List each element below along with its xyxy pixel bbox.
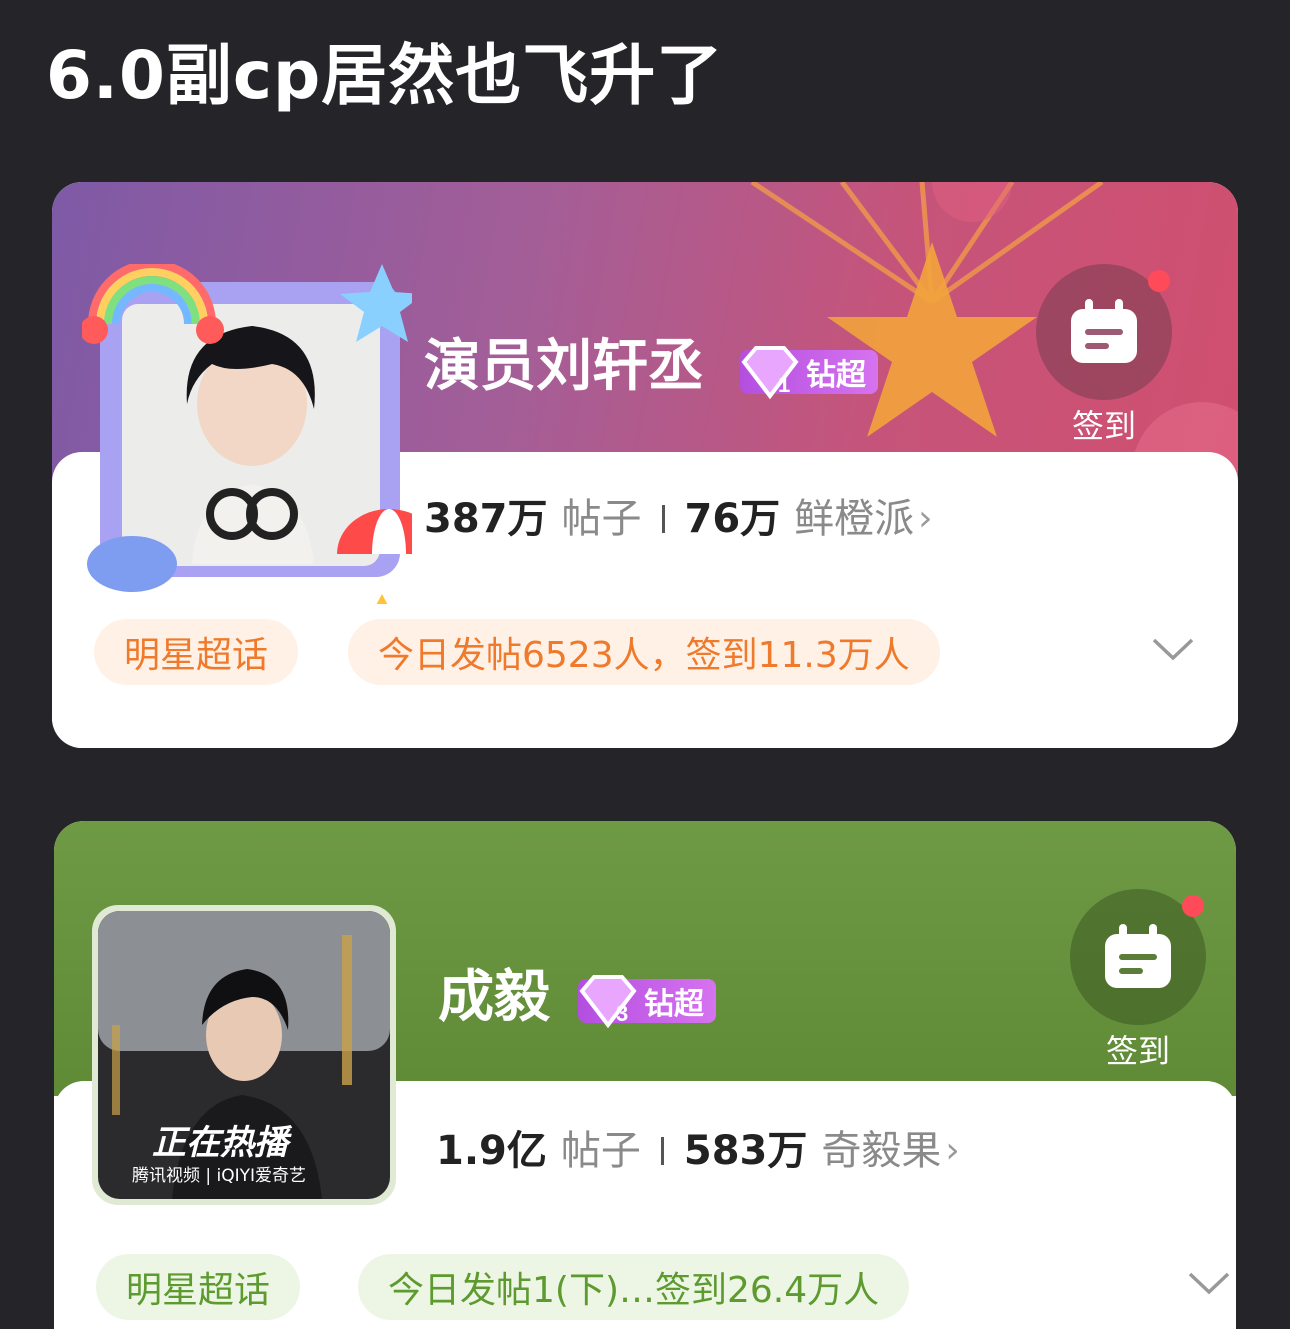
topic-stats[interactable]: 1.9亿 帖子 583万 奇毅果 ›	[436, 1124, 960, 1178]
fans-count: 76万	[684, 496, 781, 542]
daily-stats-tag: 今日发帖1(下)…签到26.4万人	[358, 1254, 910, 1320]
badge-label: 钻超	[806, 358, 866, 393]
topic-stats[interactable]: 387万 帖子 76万 鲜橙派 ›	[424, 492, 933, 546]
diamond-icon: 3	[579, 975, 637, 1029]
badge-label: 钻超	[644, 987, 704, 1022]
fans-label: 鲜橙派	[794, 496, 915, 542]
chevron-down-icon[interactable]	[1150, 634, 1196, 664]
fans-count: 583万	[683, 1128, 808, 1174]
posts-count: 1.9亿	[436, 1128, 547, 1174]
super-topic-card-liu-xuancheng[interactable]: 演员刘轩丞 1 钻超 签到 387万 帖子 76万 鲜橙派 › 明星超话 今日发…	[52, 182, 1238, 748]
notification-dot	[1182, 895, 1204, 917]
signin-button[interactable]: 签到	[1036, 264, 1172, 448]
signin-label: 签到	[1105, 1032, 1170, 1070]
poster-caption: 正在热播	[152, 1123, 288, 1163]
topic-name[interactable]: 成毅	[438, 963, 550, 1033]
chevron-right-icon: ›	[945, 1130, 960, 1171]
post-title: 6.0副cp居然也飞升了	[46, 37, 724, 114]
topic-type-tag[interactable]: 明星超话	[96, 1254, 301, 1320]
notification-dot	[1148, 270, 1170, 292]
posts-label: 帖子	[561, 496, 642, 542]
diamond-icon: 1	[741, 346, 799, 400]
posts-label: 帖子	[560, 1128, 641, 1174]
super-topic-card-cheng-yi[interactable]: 正在热播 腾讯视频 | iQIYI爱奇艺 成毅 3 钻超 签到 1.9亿 帖子 …	[54, 821, 1236, 1329]
badge-level: 1	[778, 372, 790, 397]
stats-divider	[660, 1137, 664, 1165]
stats-divider	[661, 505, 665, 533]
avatar-poster[interactable]: 正在热播 腾讯视频 | iQIYI爱奇艺	[92, 905, 396, 1205]
diamond-super-badge: 3 钻超	[578, 975, 716, 1029]
avatar-frame[interactable]	[80, 260, 441, 636]
calendar-icon	[1105, 924, 1171, 988]
signin-button[interactable]: 签到	[1070, 889, 1206, 1073]
badge-level: 3	[616, 1001, 628, 1026]
poster-platform-logos: 腾讯视频 | iQIYI爱奇艺	[132, 1166, 307, 1186]
calendar-icon	[1071, 299, 1137, 363]
fans-label: 奇毅果	[821, 1128, 942, 1174]
signin-label: 签到	[1071, 407, 1136, 445]
chevron-down-icon[interactable]	[1186, 1268, 1232, 1298]
posts-count: 387万	[424, 496, 548, 542]
topic-name[interactable]: 演员刘轩丞	[424, 332, 704, 402]
topic-type-tag[interactable]: 明星超话	[94, 619, 299, 685]
chevron-right-icon: ›	[918, 498, 933, 539]
daily-stats-tag: 今日发帖6523人，签到11.3万人	[348, 619, 940, 685]
diamond-super-badge: 1 钻超	[740, 346, 878, 400]
